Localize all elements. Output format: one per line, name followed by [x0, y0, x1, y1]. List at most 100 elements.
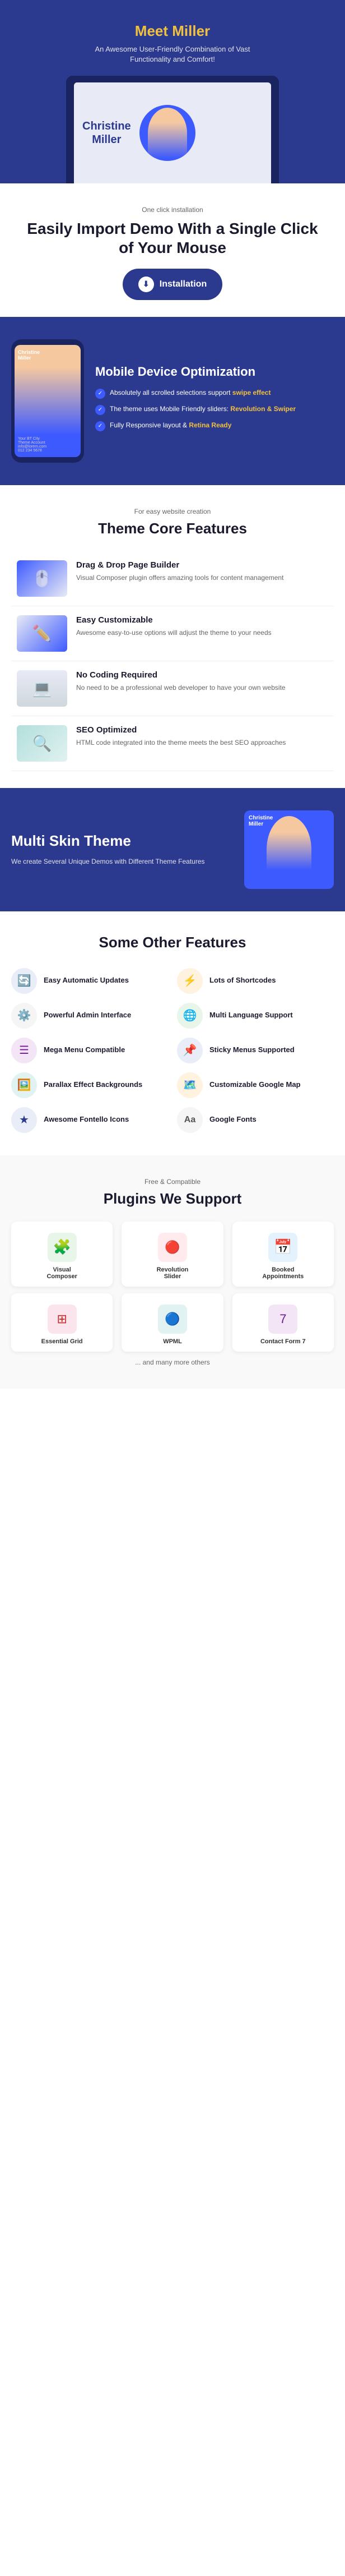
contact-form-7-icon: 7	[268, 1305, 297, 1334]
parallax-text: Parallax Effect Backgrounds	[44, 1080, 142, 1090]
phone-contact-info: Your BT CityTheme Accountinfo@lorem.com0…	[18, 437, 46, 453]
mobile-phone-image: ChristineMiller Your BT CityTheme Accoun…	[11, 339, 84, 463]
plugin-booked-appointments: 📅 BookedAppointments	[232, 1222, 334, 1287]
feature-thumb-3: 💻	[17, 670, 67, 707]
plugin-wpml: 🔵 WPML	[122, 1293, 223, 1352]
person-silhouette	[148, 108, 187, 158]
admin-icon: ⚙️	[11, 1003, 37, 1029]
mobile-section: ChristineMiller Your BT CityTheme Accoun…	[0, 317, 345, 485]
plugin-visual-composer: 🧩 VisualComposer	[11, 1222, 113, 1287]
wpml-icon: 🔵	[158, 1305, 187, 1334]
other-feature-google-map: 🗺️ Customizable Google Map	[177, 1072, 334, 1098]
mobile-feature-3: ✓ Fully Responsive layout & Retina Ready	[95, 421, 334, 431]
features-grid: 🔄 Easy Automatic Updates ⚡ Lots of Short…	[11, 968, 334, 1133]
language-label: Multi Language Support	[209, 1011, 293, 1020]
mobile-feature-2-text: The theme uses Mobile Friendly sliders: …	[110, 404, 296, 414]
feature-desc-1: Visual Composer plugin offers amazing to…	[76, 573, 283, 583]
shortcodes-icon: ⚡	[177, 968, 203, 994]
feature-thumb-4: 🔍	[17, 725, 67, 762]
other-feature-google-fonts: Aa Google Fonts	[177, 1107, 334, 1133]
other-feature-admin: ⚙️ Powerful Admin Interface	[11, 1003, 168, 1029]
phone-person-name: ChristineMiller	[18, 349, 40, 361]
feature-no-coding: 💻 No Coding Required No need to be a pro…	[11, 661, 334, 716]
feature-title-1: Drag & Drop Page Builder	[76, 560, 283, 570]
feature-text-4: SEO Optimized HTML code integrated into …	[76, 725, 286, 748]
feature-drag-drop: 🖱️ Drag & Drop Page Builder Visual Compo…	[11, 551, 334, 606]
admin-label: Powerful Admin Interface	[44, 1011, 131, 1020]
shortcodes-label: Lots of Shortcodes	[209, 976, 276, 985]
multiskin-visual: ChristineMiller	[244, 810, 334, 889]
megamenu-text: Mega Menu Compatible	[44, 1045, 125, 1055]
sticky-menus-text: Sticky Menus Supported	[209, 1045, 295, 1055]
google-fonts-label: Google Fonts	[209, 1115, 257, 1125]
hero-name: Miller	[172, 22, 210, 39]
visual-composer-icon: 🧩	[48, 1233, 77, 1262]
phone-screen: ChristineMiller Your BT CityTheme Accoun…	[15, 345, 81, 457]
import-section: One click installation Easily Import Dem…	[0, 183, 345, 316]
no-coding-icon: 💻	[32, 679, 52, 698]
other-feature-parallax: 🖼️ Parallax Effect Backgrounds	[11, 1072, 168, 1098]
essential-grid-label: Essential Grid	[41, 1338, 83, 1345]
check-icon-3: ✓	[95, 421, 105, 431]
plugins-title: Plugins We Support	[11, 1190, 334, 1208]
plugins-grid-bottom: ⊞ Essential Grid 🔵 WPML 7 Contact Form 7	[11, 1293, 334, 1352]
feature-desc-4: HTML code integrated into the theme meet…	[76, 738, 286, 748]
language-icon: 🌐	[177, 1003, 203, 1029]
google-map-icon: 🗺️	[177, 1072, 203, 1098]
feature-seo: 🔍 SEO Optimized HTML code integrated int…	[11, 716, 334, 771]
feature-customizable: ✏️ Easy Customizable Awesome easy-to-use…	[11, 606, 334, 661]
plugin-revolution-slider: 🔴 RevolutionSlider	[122, 1222, 223, 1287]
other-feature-sticky-menus: 📌 Sticky Menus Supported	[177, 1038, 334, 1063]
feature-desc-3: No need to be a professional web develop…	[76, 683, 286, 693]
install-button-label: Installation	[160, 279, 207, 289]
other-feature-fontello: ★ Awesome Fontello Icons	[11, 1107, 168, 1133]
other-feature-auto-updates: 🔄 Easy Automatic Updates	[11, 968, 168, 994]
customizable-icon: ✏️	[32, 624, 52, 643]
feature-text-2: Easy Customizable Awesome easy-to-use op…	[76, 615, 272, 638]
feature-title-2: Easy Customizable	[76, 615, 272, 625]
laptop-person-image	[139, 105, 195, 161]
google-fonts-text: Google Fonts	[209, 1115, 257, 1125]
multiskin-text: Multi Skin Theme We create Several Uniqu…	[11, 832, 233, 867]
multiskin-desc: We create Several Unique Demos with Diff…	[11, 856, 233, 867]
auto-updates-label: Easy Automatic Updates	[44, 976, 129, 985]
google-map-text: Customizable Google Map	[209, 1080, 301, 1090]
hero-subtitle: An Awesome User-Friendly Combination of …	[11, 44, 334, 64]
skin-person-image	[267, 816, 311, 883]
auto-updates-icon: 🔄	[11, 968, 37, 994]
hero-meet-label: Meet	[135, 22, 172, 39]
drag-drop-icon: 🖱️	[32, 569, 52, 588]
fontello-text: Awesome Fontello Icons	[44, 1115, 129, 1125]
other-feature-megamenu: ☰ Mega Menu Compatible	[11, 1038, 168, 1063]
revolution-slider-label: RevolutionSlider	[157, 1266, 189, 1280]
hero-section: Meet Miller An Awesome User-Friendly Com…	[0, 0, 345, 183]
skin-person-label: ChristineMiller	[249, 815, 273, 827]
core-features-section: For easy website creation Theme Core Fea…	[0, 485, 345, 788]
import-eyebrow: One click installation	[22, 206, 323, 214]
plugins-grid-top: 🧩 VisualComposer 🔴 RevolutionSlider 📅 Bo…	[11, 1222, 334, 1287]
feature-title-3: No Coding Required	[76, 670, 286, 680]
laptop-content: ChristineMiller	[74, 96, 271, 169]
laptop-person-name: ChristineMiller	[82, 119, 131, 146]
plugin-contact-form-7: 7 Contact Form 7	[232, 1293, 334, 1352]
fontello-icon: ★	[11, 1107, 37, 1133]
megamenu-icon: ☰	[11, 1038, 37, 1063]
shortcodes-text: Lots of Shortcodes	[209, 976, 276, 985]
feature-text-1: Drag & Drop Page Builder Visual Composer…	[76, 560, 283, 583]
contact-form-7-label: Contact Form 7	[260, 1338, 306, 1345]
parallax-icon: 🖼️	[11, 1072, 37, 1098]
mobile-feature-3-text: Fully Responsive layout & Retina Ready	[110, 421, 231, 430]
megamenu-label: Mega Menu Compatible	[44, 1045, 125, 1055]
core-title: Theme Core Features	[11, 520, 334, 537]
installation-button[interactable]: ⬇ Installation	[123, 269, 222, 300]
fontello-label: Awesome Fontello Icons	[44, 1115, 129, 1125]
laptop-screen: ChristineMiller	[74, 82, 271, 183]
mobile-section-title: Mobile Device Optimization	[95, 365, 334, 379]
essential-grid-icon: ⊞	[48, 1305, 77, 1334]
booked-appointments-icon: 📅	[268, 1233, 297, 1262]
hero-title: Meet Miller	[11, 22, 334, 40]
mobile-feature-2: ✓ The theme uses Mobile Friendly sliders…	[95, 404, 334, 415]
multiskin-section: Multi Skin Theme We create Several Uniqu…	[0, 788, 345, 911]
sticky-menus-icon: 📌	[177, 1038, 203, 1063]
sticky-menus-label: Sticky Menus Supported	[209, 1045, 295, 1055]
